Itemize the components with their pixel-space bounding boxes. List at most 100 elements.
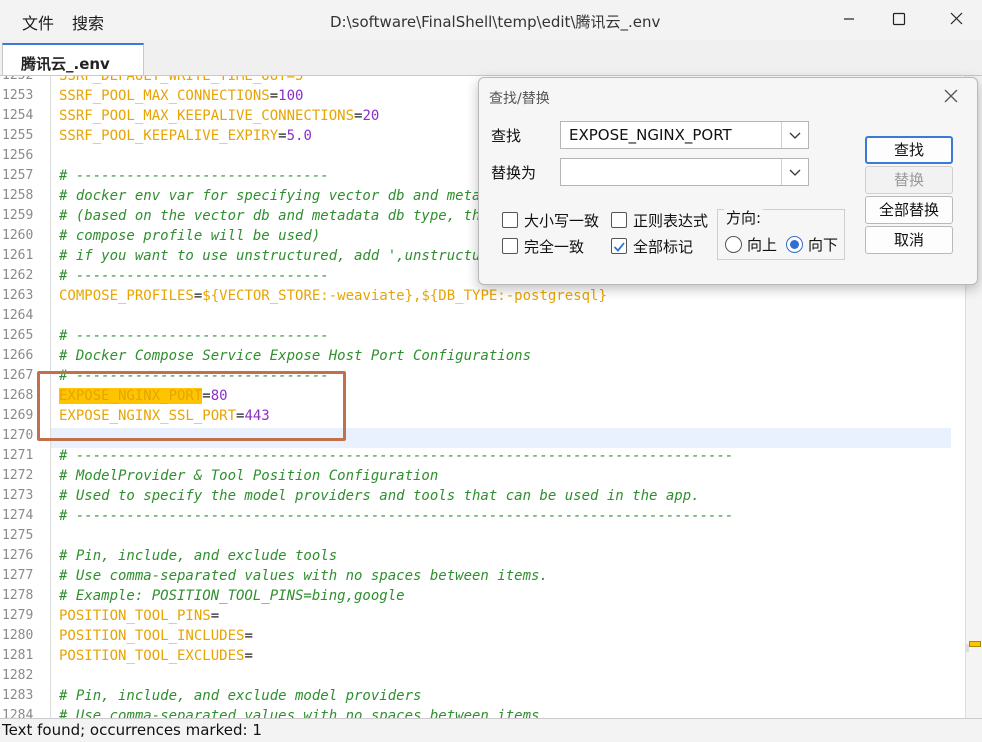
line-number: 1284 [2, 708, 34, 718]
replace-label: 替换为 [491, 164, 537, 182]
tab-bar: 腾讯云_.env [0, 40, 982, 76]
cancel-button[interactable]: 取消 [865, 226, 953, 254]
find-history-dropdown[interactable] [781, 122, 808, 148]
code-line: POSITION_TOOL_EXCLUDES= [59, 646, 253, 666]
direction-down-radio[interactable] [786, 236, 803, 253]
env-key: POSITION_TOOL_EXCLUDES [59, 648, 245, 664]
line-number: 1255 [2, 128, 34, 143]
annotation-box [37, 371, 346, 441]
code-line: # --------------------------------------… [59, 508, 734, 524]
direction-up-label: 向上 [747, 236, 778, 254]
equals-sign: = [269, 88, 279, 104]
line-number: 1254 [2, 108, 34, 123]
direction-label: 方向: [724, 207, 764, 228]
maximize-icon [892, 12, 906, 26]
radio-dot [790, 240, 799, 249]
code-line: POSITION_TOOL_INCLUDES= [59, 626, 253, 646]
env-value: 100 [278, 88, 304, 104]
equals-sign: = [244, 648, 253, 664]
code-line: SSRF_POOL_KEEPALIVE_EXPIRY=5.0 [59, 126, 312, 146]
dialog-close-button[interactable] [941, 86, 961, 106]
replace-button[interactable]: 替换 [865, 166, 953, 194]
code-line: COMPOSE_PROFILES=${VECTOR_STORE:-weaviat… [59, 286, 607, 306]
replace-all-button[interactable]: 全部替换 [865, 196, 953, 224]
code-line: # ModelProvider & Tool Position Configur… [59, 468, 439, 484]
search-mark-indicator [969, 641, 981, 647]
direction-down-label: 向下 [808, 236, 839, 254]
code-line: # ------------------------------ [59, 328, 329, 344]
tab-env-file[interactable]: 腾讯云_.env [2, 43, 144, 75]
dialog-title: 查找/替换 [489, 91, 550, 107]
tab-label: 腾讯云_.env [21, 55, 110, 73]
line-number: 1262 [2, 268, 34, 283]
env-key: SSRF_POOL_KEEPALIVE_EXPIRY [59, 128, 279, 144]
regex-label: 正则表达式 [633, 212, 709, 230]
code-line: # ------------------------------ [59, 168, 329, 184]
direction-group: 方向: 向上 向下 [717, 207, 845, 260]
code-line: # Use comma-separated values with no spa… [59, 568, 548, 584]
line-number: 1281 [2, 648, 34, 663]
line-number: 1266 [2, 348, 34, 363]
line-number: 1283 [2, 688, 34, 703]
minimize-icon [844, 18, 854, 20]
code-line: POSITION_TOOL_PINS= [59, 606, 219, 626]
env-key: SSRF_POOL_MAX_KEEPALIVE_CONNECTIONS [59, 108, 355, 124]
menu-search[interactable]: 搜索 [72, 10, 104, 34]
scroll-thumb[interactable] [966, 644, 969, 652]
env-key: POSITION_TOOL_INCLUDES [59, 628, 245, 644]
find-button[interactable]: 查找 [865, 136, 953, 164]
status-bar: Text found; occurrences marked: 1 [0, 718, 982, 742]
menu-file[interactable]: 文件 [22, 10, 54, 34]
find-input-value: EXPOSE_NGINX_PORT [569, 126, 732, 144]
find-label: 查找 [491, 127, 522, 145]
equals-sign: = [278, 128, 287, 144]
line-number: 1271 [2, 448, 34, 463]
mark-all-label: 全部标记 [633, 238, 694, 256]
env-key: POSITION_TOOL_PINS [59, 608, 211, 624]
whole-word-label: 完全一致 [524, 238, 585, 256]
close-icon [944, 89, 958, 103]
code-line: SSRF_POOL_MAX_KEEPALIVE_CONNECTIONS=20 [59, 106, 379, 126]
code-line: # ------------------------------ [59, 268, 329, 284]
find-input[interactable]: EXPOSE_NGINX_PORT [560, 121, 809, 149]
chevron-down-icon [789, 169, 801, 176]
env-value: 20 [362, 108, 380, 124]
window-title: D:\software\FinalShell\temp\edit\腾讯云_.en… [330, 13, 661, 31]
mark-all-checkbox[interactable] [611, 238, 627, 254]
chevron-down-icon [789, 132, 801, 139]
line-number: 1253 [2, 88, 34, 103]
code-line: # Example: POSITION_TOOL_PINS=bing,googl… [59, 588, 405, 604]
env-value: ${VECTOR_STORE:-weaviate},${DB_TYPE:-pos… [202, 288, 607, 304]
line-number: 1278 [2, 588, 34, 603]
line-number: 1274 [2, 508, 34, 523]
line-number: 1258 [2, 188, 34, 203]
title-bar: 文件 搜索 D:\software\FinalShell\temp\edit\腾… [0, 0, 982, 40]
close-icon [950, 12, 963, 25]
line-number: 1256 [2, 148, 34, 163]
status-text: Text found; occurrences marked: 1 [2, 721, 262, 739]
line-number: 1261 [2, 248, 34, 263]
regex-checkbox[interactable] [611, 212, 627, 228]
line-number: 1275 [2, 528, 34, 543]
close-window-button[interactable] [934, 4, 980, 34]
code-line: SSRF_DEFAULT_WRITE_TIME_OUT=5 [59, 76, 304, 84]
code-line: # --------------------------------------… [59, 448, 734, 464]
replace-history-dropdown[interactable] [781, 159, 808, 185]
direction-up-radio[interactable] [725, 236, 742, 253]
env-key: COMPOSE_PROFILES [59, 288, 194, 304]
equals-sign: = [210, 608, 220, 624]
minimize-button[interactable] [826, 4, 872, 34]
line-number: 1282 [2, 668, 34, 683]
replace-input[interactable] [560, 158, 809, 186]
line-number: 1272 [2, 468, 34, 483]
line-number: 1280 [2, 628, 34, 643]
code-line: # Use comma-separated values with no spa… [59, 708, 548, 718]
maximize-button[interactable] [876, 4, 922, 34]
code-line: # compose profile will be used) [59, 228, 321, 244]
checkmark-icon [613, 242, 625, 252]
match-case-checkbox[interactable] [502, 212, 518, 228]
line-number: 1263 [2, 288, 34, 303]
whole-word-checkbox[interactable] [502, 238, 518, 254]
code-line: # Used to specify the model providers an… [59, 488, 700, 504]
match-case-label: 大小写一致 [524, 212, 600, 230]
